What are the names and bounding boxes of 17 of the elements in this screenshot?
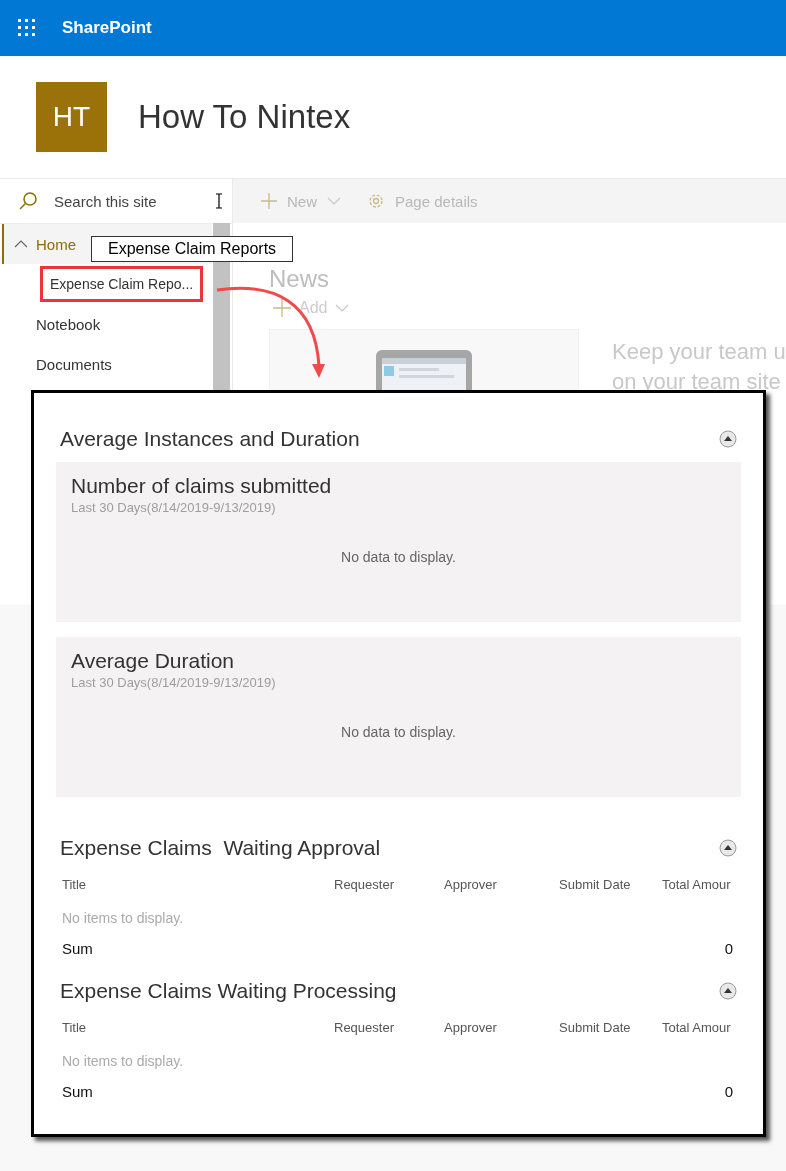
empty-message: No items to display.	[61, 910, 185, 926]
sum-value: 0	[724, 1083, 733, 1100]
section-title: Expense Claims Waiting Processing	[60, 979, 397, 1003]
empty-message: No data to display.	[341, 549, 456, 565]
sum-label: Sum	[62, 1083, 93, 1100]
empty-message: No items to display.	[61, 1053, 185, 1069]
sum-label: Sum	[62, 940, 93, 957]
section-title: Average Instances and Duration	[60, 427, 360, 451]
chart-title: Number of claims submitted	[71, 474, 333, 498]
chart-title: Average Duration	[71, 649, 236, 673]
news-heading: News	[269, 265, 330, 293]
sum-value: 0	[724, 940, 733, 957]
tooltip: Expense Claim Reports	[91, 236, 294, 262]
empty-message: No data to display.	[341, 724, 456, 740]
section-title: Expense Claims Waiting Approval	[60, 836, 381, 860]
chart-subtitle: Last 30 Days(8/14/2019-9/13/2019)	[71, 500, 277, 515]
chart-subtitle: Last 30 Days(8/14/2019-9/13/2019)	[71, 675, 277, 690]
